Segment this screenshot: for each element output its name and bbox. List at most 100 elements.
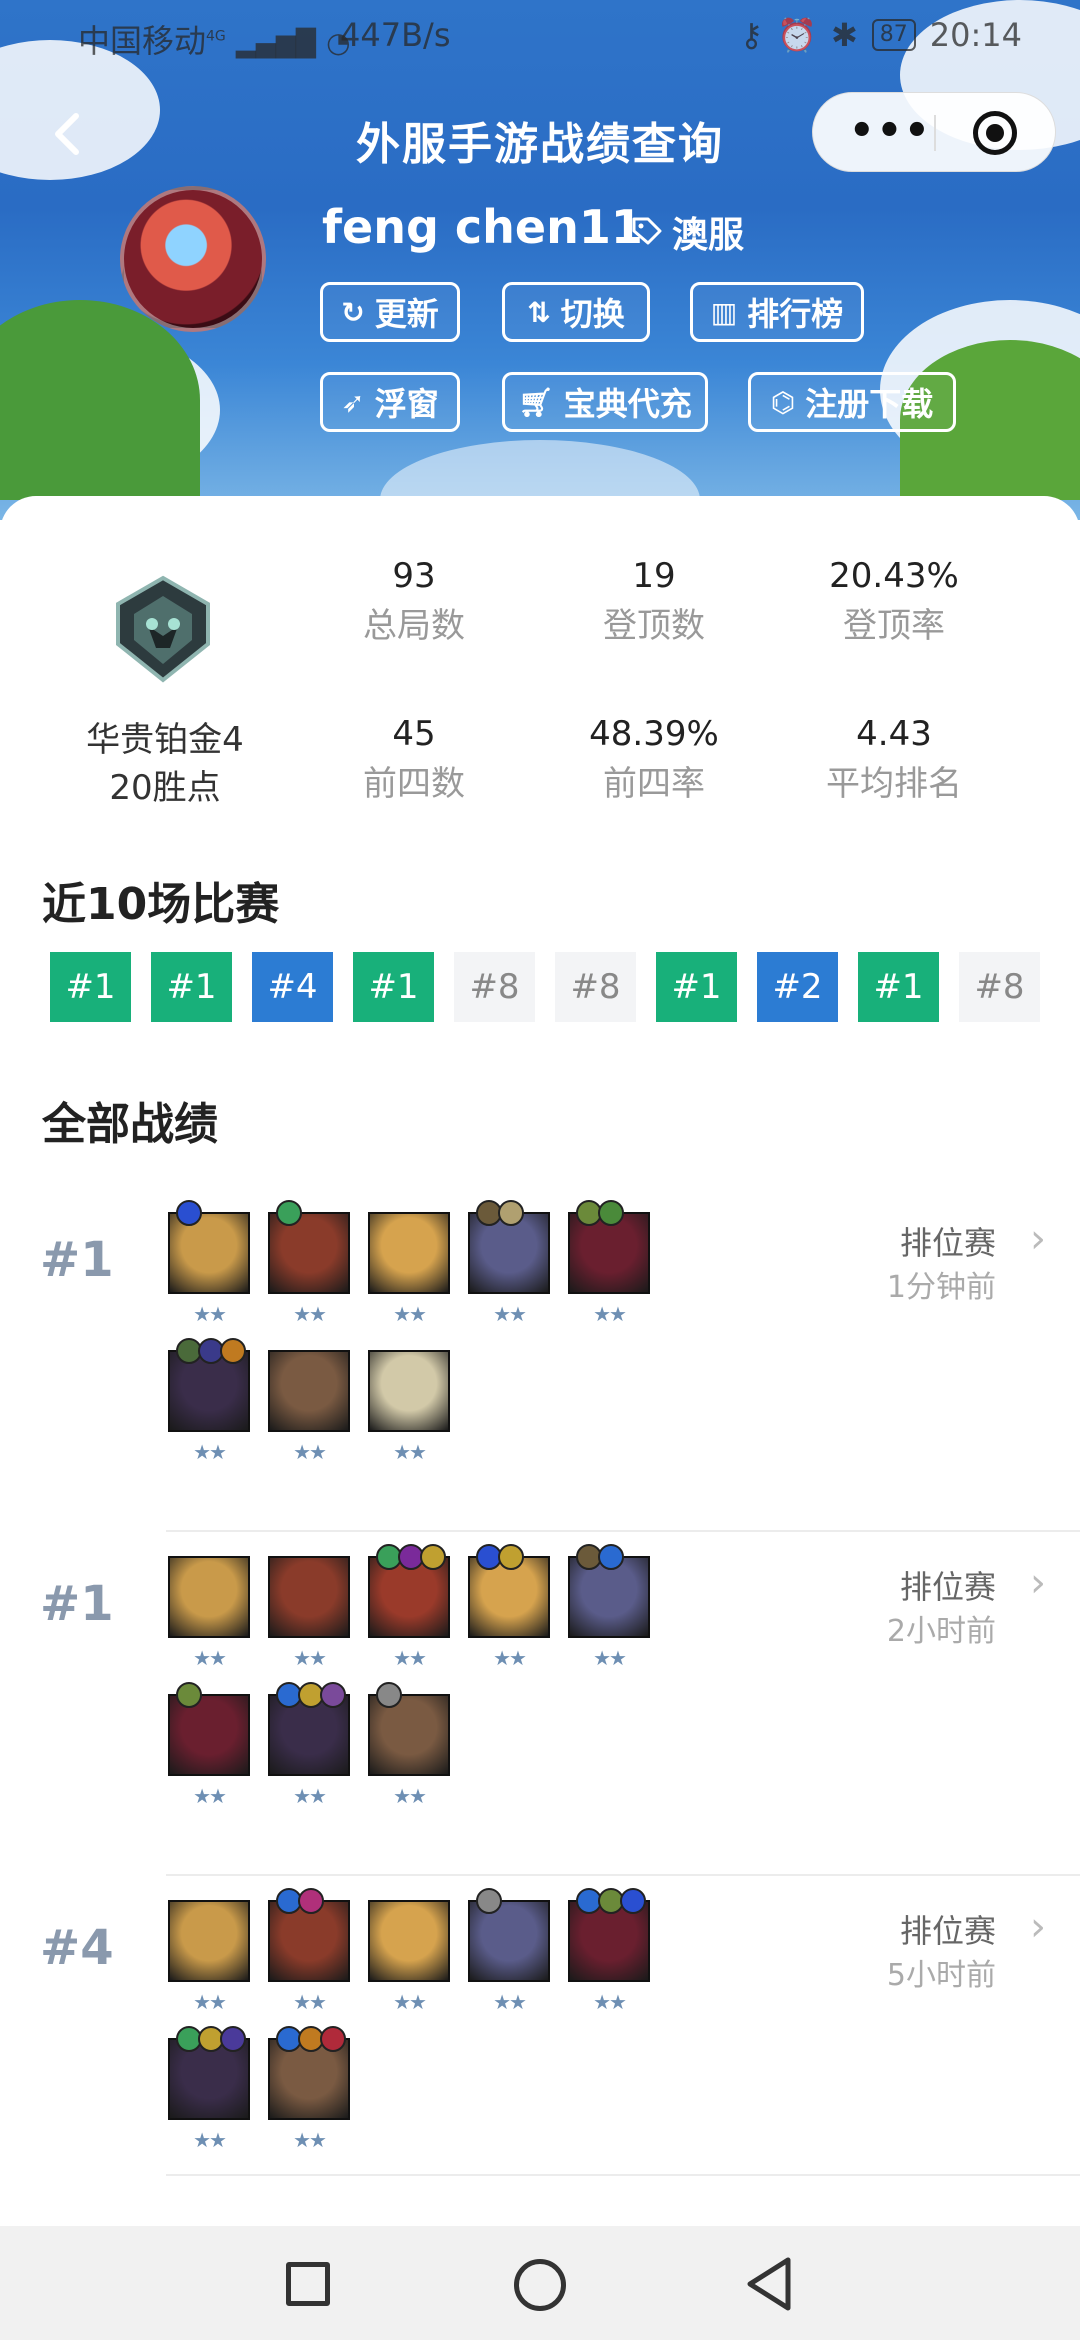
- champion-portrait: [268, 1556, 350, 1638]
- refresh-label: 更新: [374, 295, 439, 333]
- stat-value: 20.43%: [829, 556, 959, 596]
- leaderboard-button[interactable]: ▥ 排行榜: [690, 282, 864, 342]
- item-icon: [320, 1682, 346, 1708]
- star-level-icon: ★★: [493, 1646, 527, 1670]
- champion-unit[interactable]: ★★: [368, 1682, 450, 1808]
- chevron-right-icon[interactable]: ›: [1030, 1904, 1046, 1950]
- champion-unit[interactable]: ★★: [568, 1200, 650, 1326]
- match-row[interactable]: #1 排位赛 2小时前 › ★★ ★★ ★★ ★★ ★★ ★★ ★★ ★★: [0, 1532, 1080, 1876]
- star-level-icon: ★★: [493, 1302, 527, 1326]
- float-window-button[interactable]: ➶ 浮窗: [320, 372, 460, 432]
- star-level-icon: ★★: [393, 1302, 427, 1326]
- recent-result-chip[interactable]: #1: [50, 952, 131, 1022]
- recent-result-chip[interactable]: #1: [656, 952, 737, 1022]
- match-time: 5小时前: [886, 1958, 996, 1993]
- champion-portrait: [168, 1212, 250, 1294]
- stat-top1-count: 19 登顶数: [534, 556, 774, 647]
- star-level-icon: ★★: [193, 1990, 227, 2014]
- star-level-icon: ★★: [293, 2128, 327, 2152]
- champion-unit[interactable]: ★★: [568, 1544, 650, 1670]
- recent-result-chip[interactable]: #1: [353, 952, 434, 1022]
- register-download-button[interactable]: ⌬ 注册下载: [748, 372, 956, 432]
- star-level-icon: ★★: [293, 1990, 327, 2014]
- recharge-button[interactable]: 🛒︎ 宝典代充: [502, 372, 708, 432]
- champion-portrait: [168, 1694, 250, 1776]
- champion-unit[interactable]: ★★: [368, 1900, 450, 2014]
- status-right: ⚷ ⏰ ✱ 87 20:14: [740, 16, 1022, 54]
- chevron-right-icon[interactable]: ›: [1030, 1216, 1046, 1262]
- recent-result-chip[interactable]: #8: [454, 952, 535, 1022]
- champion-unit[interactable]: ★★: [468, 1200, 550, 1326]
- champion-unit[interactable]: ★★: [168, 1200, 250, 1326]
- champion-unit[interactable]: ★★: [368, 1350, 450, 1464]
- star-level-icon: ★★: [193, 1440, 227, 1464]
- chevron-right-icon[interactable]: ›: [1030, 1560, 1046, 1606]
- refresh-button[interactable]: ↻ 更新: [320, 282, 460, 342]
- recent-result-chip[interactable]: #2: [757, 952, 838, 1022]
- champion-unit[interactable]: ★★: [468, 1544, 550, 1670]
- rank-points: 20胜点: [109, 768, 221, 808]
- more-dots-icon[interactable]: •••: [849, 111, 932, 151]
- hill-decoration: [0, 300, 200, 500]
- item-icon: [220, 2026, 246, 2052]
- triangle-back-icon[interactable]: [744, 2256, 794, 2312]
- star-level-icon: ★★: [593, 1990, 627, 2014]
- item-icon: [176, 1682, 202, 1708]
- recent-result-chip[interactable]: #4: [252, 952, 333, 1022]
- star-level-icon: ★★: [193, 1302, 227, 1326]
- star-level-icon: ★★: [593, 1302, 627, 1326]
- champion-unit[interactable]: ★★: [268, 1556, 350, 1670]
- alarm-icon: ⏰: [777, 16, 817, 54]
- champion-unit[interactable]: ★★: [268, 1350, 350, 1464]
- match-placement: #1: [40, 1232, 114, 1288]
- star-level-icon: ★★: [593, 1646, 627, 1670]
- champion-unit[interactable]: ★★: [168, 1338, 250, 1464]
- match-row[interactable]: #1 排位赛 1分钟前 › ★★ ★★ ★★ ★★ ★★ ★★ ★★ ★★: [0, 1188, 1080, 1532]
- rank-tier: 华贵铂金4: [86, 720, 244, 760]
- profile-header: 中国移动4G ▂▄▆█ ◔ 447B/s ⚷ ⏰ ✱ 87 20:14 外服手游…: [0, 0, 1080, 520]
- switch-button[interactable]: ⇅ 切换: [502, 282, 650, 342]
- star-level-icon: ★★: [393, 1990, 427, 2014]
- mini-program-capsule: •••: [812, 92, 1056, 172]
- champion-unit[interactable]: ★★: [168, 1556, 250, 1670]
- recent-result-chip[interactable]: #8: [959, 952, 1040, 1022]
- star-level-icon: ★★: [293, 1646, 327, 1670]
- net-speed: 447B/s: [340, 16, 451, 54]
- champion-unit[interactable]: ★★: [368, 1544, 450, 1670]
- square-recents-icon[interactable]: [286, 2262, 330, 2306]
- champion-unit[interactable]: ★★: [468, 1888, 550, 2014]
- stat-avg-rank: 4.43 平均排名: [774, 714, 1014, 805]
- champion-unit[interactable]: ★★: [368, 1212, 450, 1326]
- recent-result-chip[interactable]: #1: [858, 952, 939, 1022]
- champion-unit[interactable]: ★★: [168, 2026, 250, 2152]
- champion-portrait: [168, 1556, 250, 1638]
- username: feng chen11: [322, 200, 643, 254]
- star-level-icon: ★★: [393, 1646, 427, 1670]
- champion-unit[interactable]: ★★: [168, 1900, 250, 2014]
- item-icon: [176, 1200, 202, 1226]
- stat-label: 总局数: [363, 606, 465, 646]
- stat-value: 4.43: [856, 714, 932, 754]
- carrier-label: 中国移动4G ▂▄▆█ ◔: [78, 16, 351, 62]
- champion-unit[interactable]: ★★: [168, 1682, 250, 1808]
- network-type: 4G: [206, 28, 226, 45]
- item-icon: [320, 2026, 346, 2052]
- recent-result-chip[interactable]: #8: [555, 952, 636, 1022]
- carrier-text: 中国移动: [78, 22, 207, 60]
- champion-portrait: [368, 1350, 450, 1432]
- champion-unit[interactable]: ★★: [268, 1888, 350, 2014]
- champion-unit[interactable]: ★★: [268, 1682, 350, 1808]
- target-close-icon[interactable]: [973, 111, 1017, 155]
- champion-unit[interactable]: ★★: [268, 2026, 350, 2152]
- champion-unit[interactable]: ★★: [568, 1888, 650, 2014]
- circle-home-icon[interactable]: [514, 2259, 566, 2311]
- match-row[interactable]: #4 排位赛 5小时前 › ★★ ★★ ★★ ★★ ★★ ★★ ★★: [0, 1876, 1080, 2176]
- stat-label: 平均排名: [826, 764, 962, 804]
- stat-total-games: 93 总局数: [294, 556, 534, 647]
- stat-top1-rate: 20.43% 登顶率: [774, 556, 1014, 647]
- recent-results-row: #1 #1 #4 #1 #8 #8 #1 #2 #1 #8: [50, 952, 1040, 1022]
- stat-value: 45: [392, 714, 436, 754]
- recent-result-chip[interactable]: #1: [151, 952, 232, 1022]
- champion-unit[interactable]: ★★: [268, 1200, 350, 1326]
- signal-icon: ▂▄▆█: [235, 29, 316, 59]
